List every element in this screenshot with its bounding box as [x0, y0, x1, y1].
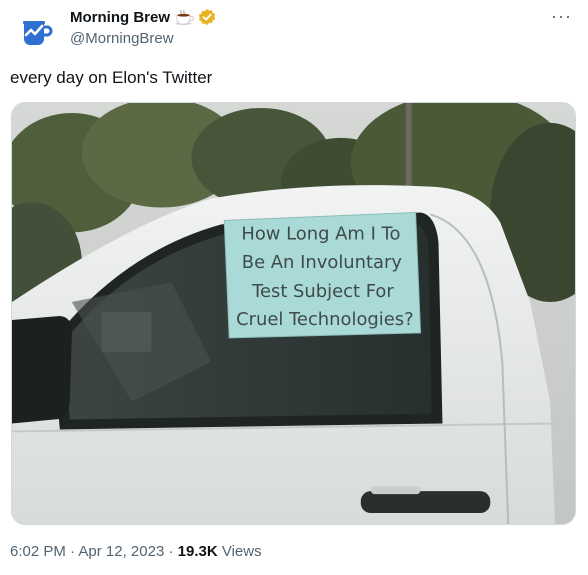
author-name-row[interactable]: Morning Brew — [70, 8, 216, 26]
sign-line-2: Be An Involuntary — [242, 252, 403, 273]
views-label: Views — [217, 543, 262, 560]
views-count[interactable]: 19.3K — [178, 543, 218, 560]
truck-window-sign-photo: How Long Am I To Be An Involuntary Test … — [12, 103, 575, 524]
tweet-text: every day on Elon's Twitter — [10, 68, 213, 87]
tweet-date[interactable]: Apr 12, 2023 — [78, 543, 164, 560]
meta-separator: · — [164, 543, 178, 560]
sign-line-3: Test Subject For — [251, 281, 394, 302]
author-handle[interactable]: @MorningBrew — [70, 30, 174, 47]
verified-badge-icon[interactable] — [198, 8, 216, 26]
meta-separator: · — [65, 543, 79, 560]
coffee-cup-emoji-icon — [175, 9, 194, 26]
sign-line-4: Cruel Technologies? — [236, 309, 414, 330]
tweet-time[interactable]: 6:02 PM — [10, 543, 66, 560]
sign-line-1: How Long Am I To — [241, 223, 400, 244]
tweet-card: Morning Brew @MorningBrew ··· every day … — [0, 0, 588, 575]
tweet-photo[interactable]: How Long Am I To Be An Involuntary Test … — [11, 102, 576, 525]
more-horizontal-icon[interactable]: ··· — [551, 6, 572, 27]
tweet-meta: 6:02 PM · Apr 12, 2023 · 19.3K Views — [10, 543, 262, 560]
morning-brew-mug-icon — [23, 21, 53, 45]
display-name[interactable]: Morning Brew — [70, 9, 170, 26]
avatar[interactable] — [16, 12, 56, 52]
